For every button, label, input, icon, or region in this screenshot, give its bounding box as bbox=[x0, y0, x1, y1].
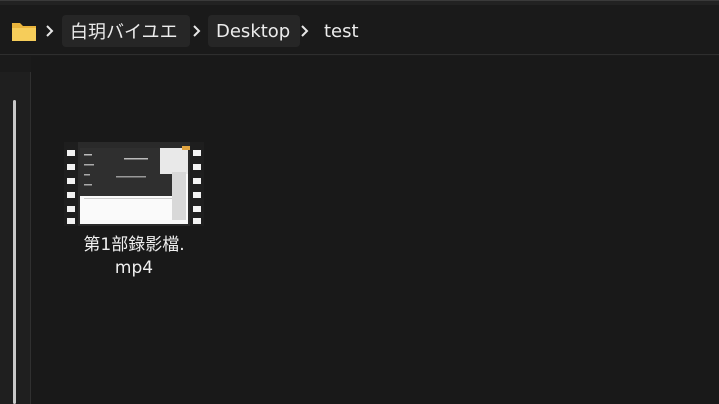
chevron-right-icon[interactable] bbox=[190, 15, 204, 47]
address-bar-edge bbox=[0, 1, 719, 5]
breadcrumb-label: test bbox=[324, 20, 359, 42]
folder-icon[interactable] bbox=[8, 15, 40, 47]
breadcrumb-label: 白玥バイユエ bbox=[70, 22, 178, 43]
file-name: 第1部錄影檔. mp4 bbox=[58, 234, 210, 280]
file-item[interactable]: 第1部錄影檔. mp4 bbox=[58, 138, 210, 288]
file-name-line: mp4 bbox=[114, 258, 154, 278]
breadcrumb-item-user[interactable]: 白玥バイユエ bbox=[62, 15, 190, 47]
file-name-line: 第1部錄影檔. bbox=[83, 235, 185, 255]
breadcrumb-item-desktop[interactable]: Desktop bbox=[208, 15, 300, 47]
video-file-icon bbox=[64, 142, 204, 226]
chevron-right-icon[interactable] bbox=[43, 15, 57, 47]
scrollbar-thumb[interactable] bbox=[13, 100, 16, 404]
breadcrumb-label: Desktop bbox=[216, 20, 291, 42]
breadcrumb-item-test[interactable]: test bbox=[318, 15, 365, 47]
chevron-right-icon[interactable] bbox=[298, 15, 312, 47]
address-bar: 白玥バイユエ Desktop test bbox=[0, 0, 719, 55]
